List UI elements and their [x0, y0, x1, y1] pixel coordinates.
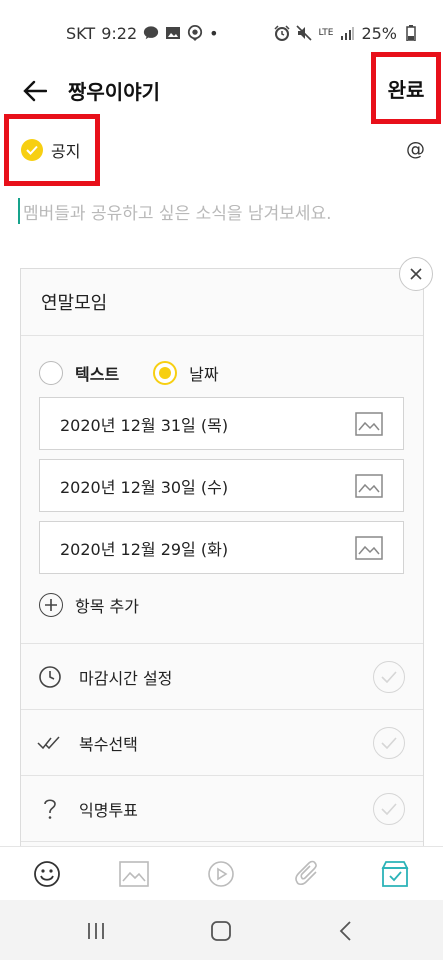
setting-label: 익명투표 [79, 801, 138, 820]
network-type-label: LTE [318, 27, 334, 38]
divider [21, 709, 423, 710]
poll-option-text: 2020년 12월 29일 (화) [60, 539, 229, 559]
image-icon [119, 861, 149, 887]
alarm-icon [274, 25, 290, 41]
notice-check-icon[interactable] [21, 139, 43, 161]
setting-label: 마감시간 설정 [79, 669, 173, 688]
recent-apps-icon [88, 923, 104, 939]
radio-text-label[interactable]: 텍스트 [75, 361, 119, 385]
image-button[interactable] [117, 857, 151, 891]
clock-icon [37, 664, 63, 690]
image-attach-icon[interactable] [355, 536, 383, 564]
poll-option-text: 2020년 12월 30일 (수) [60, 477, 229, 497]
app-header: 짱우이야기 완료 [0, 52, 443, 124]
check-circle-icon[interactable] [373, 661, 405, 693]
poll-option[interactable]: 2020년 12월 30일 (수) [39, 459, 404, 512]
check-circle-icon[interactable] [373, 793, 405, 825]
page-title: 짱우이야기 [68, 80, 160, 104]
location-notification-icon [187, 25, 203, 41]
poll-type-selector: 텍스트 날짜 [39, 361, 253, 385]
divider [21, 335, 423, 336]
done-button[interactable]: 완료 [388, 74, 425, 103]
battery-level: 25% [361, 23, 397, 43]
poll-card: 연말모임 텍스트 날짜 2020년 12월 31일 (목) 2020년 12월 … [20, 268, 424, 848]
poll-title[interactable]: 연말모임 [41, 289, 107, 315]
poll-box-icon [381, 861, 409, 887]
image-attach-icon[interactable] [355, 412, 383, 440]
video-button[interactable] [204, 857, 238, 891]
plus-icon [39, 593, 63, 617]
emoji-icon [34, 861, 60, 887]
setting-label: 복수선택 [79, 735, 138, 754]
close-icon [410, 268, 422, 280]
post-body-placeholder: 멤버들과 공유하고 싶은 소식을 남겨보세요. [23, 203, 332, 224]
video-icon [208, 861, 234, 887]
clock-time: 9:22 [101, 23, 138, 43]
post-body-input[interactable]: 멤버들과 공유하고 싶은 소식을 남겨보세요. [18, 196, 423, 226]
status-dot: • [209, 23, 219, 43]
remove-poll-button[interactable] [399, 257, 433, 291]
divider [21, 841, 423, 842]
status-left: SKT 9:22 • [66, 24, 219, 43]
gallery-notification-icon [165, 25, 181, 41]
talk-notification-icon [143, 25, 159, 41]
check-circle-icon[interactable] [373, 727, 405, 759]
status-right: LTE 25% [274, 24, 419, 43]
setting-multiple-choice[interactable]: 복수선택 [21, 711, 423, 775]
home-icon [211, 921, 231, 941]
mention-button[interactable]: @ [406, 138, 425, 160]
radio-date-type[interactable] [153, 361, 178, 385]
divider [21, 643, 423, 644]
divider [21, 775, 423, 776]
mute-icon [296, 25, 313, 41]
carrier-label: SKT [66, 23, 96, 43]
system-nav-bar [0, 900, 443, 960]
poll-option[interactable]: 2020년 12월 31일 (목) [39, 397, 404, 450]
attach-icon [295, 860, 317, 886]
recent-apps-button[interactable] [76, 914, 116, 948]
question-icon [37, 796, 63, 822]
poll-option[interactable]: 2020년 12월 29일 (화) [39, 521, 404, 574]
attach-button[interactable] [291, 857, 325, 891]
compose-toolbar [0, 846, 443, 900]
poll-option-text: 2020년 12월 31일 (목) [60, 415, 229, 435]
system-back-button[interactable] [325, 914, 365, 948]
poll-box-button[interactable] [378, 857, 412, 891]
image-attach-icon[interactable] [355, 474, 383, 502]
radio-text-type[interactable] [39, 361, 63, 385]
back-arrow-icon [23, 80, 47, 102]
setting-deadline[interactable]: 마감시간 설정 [21, 645, 423, 709]
battery-icon [403, 25, 419, 41]
text-caret [18, 198, 20, 224]
radio-date-label[interactable]: 날짜 [189, 361, 218, 385]
emoji-button[interactable] [30, 857, 64, 891]
home-button[interactable] [201, 914, 241, 948]
add-item-label: 항목 추가 [75, 597, 139, 616]
notice-label[interactable]: 공지 [51, 138, 80, 162]
signal-icon [339, 25, 355, 41]
chevron-left-icon [339, 921, 351, 941]
radio-selected-dot [159, 367, 172, 379]
done-button-highlight: 완료 [371, 52, 441, 124]
double-check-icon [37, 730, 63, 756]
back-button[interactable] [18, 76, 52, 106]
add-item-button[interactable]: 항목 추가 [39, 593, 139, 617]
setting-anonymous[interactable]: 익명투표 [21, 777, 423, 841]
notice-toggle-highlight: 공지 [4, 114, 100, 186]
